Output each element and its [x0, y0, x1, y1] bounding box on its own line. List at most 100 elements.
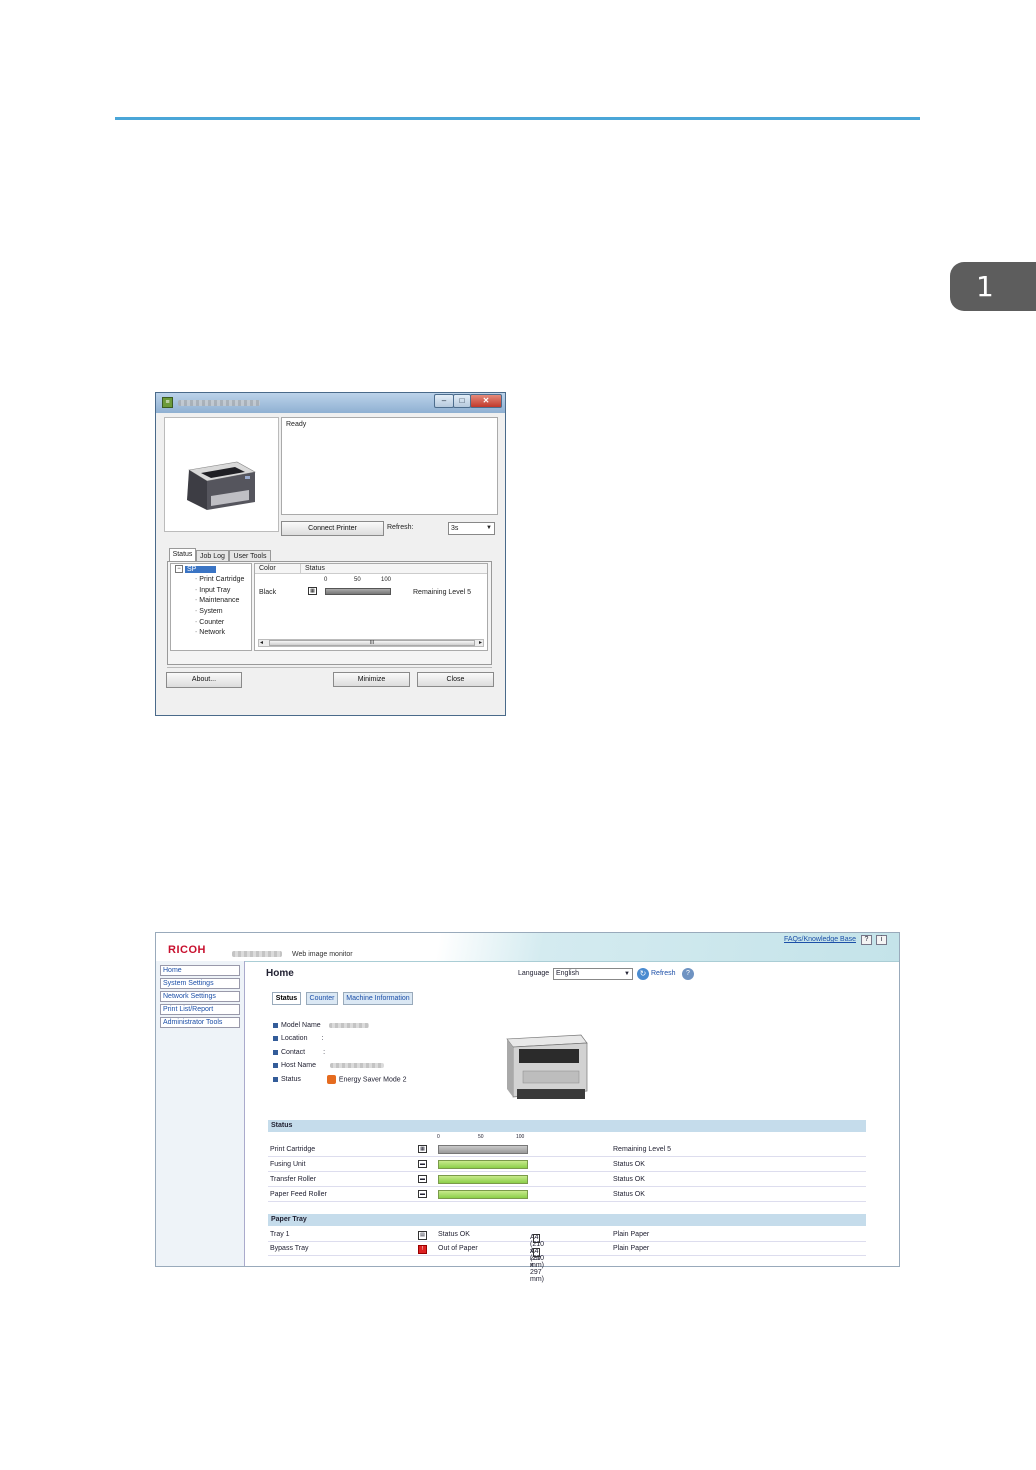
tree-item-print-cartridge[interactable]: Print Cartridge — [195, 576, 244, 583]
info-label: Status — [281, 1076, 301, 1084]
collapse-icon[interactable]: − — [175, 565, 183, 573]
toner-level-gauge — [325, 588, 391, 595]
refresh-link[interactable]: Refresh — [651, 970, 676, 977]
status-monitor-window: ≡ – □ ✕ Ready Connect Printer Refresh: 3… — [155, 392, 506, 716]
grid-header-status: Status — [305, 565, 325, 572]
refresh-label: Refresh: — [387, 524, 414, 531]
scale-label-100: 100 — [516, 1134, 525, 1140]
wim-title: Web image monitor — [292, 951, 353, 958]
tab-status[interactable]: Status — [272, 992, 301, 1005]
horizontal-scrollbar[interactable]: ◂ III ▸ — [258, 639, 484, 647]
bullet-icon — [273, 1077, 278, 1082]
maximize-window-button[interactable]: □ — [453, 394, 471, 408]
nav-home[interactable]: Home — [160, 965, 240, 976]
level-bar — [438, 1175, 528, 1184]
model-name-redacted — [232, 951, 282, 957]
ricoh-logo: RICOH — [168, 944, 206, 956]
grid-header-divider — [300, 564, 301, 573]
tree-item-maintenance[interactable]: Maintenance — [195, 597, 239, 604]
row-label: Paper Feed Roller — [270, 1191, 327, 1198]
dropdown-arrow-icon: ▼ — [624, 971, 630, 977]
wim-sidebar: Home System Settings Network Settings Pr… — [156, 961, 245, 1266]
status-row: Transfer Roller ▬ Status OK — [268, 1172, 866, 1187]
window-titlebar[interactable]: ≡ – □ ✕ — [156, 393, 505, 413]
chapter-tab[interactable]: 1 — [950, 262, 1036, 311]
row-label: Transfer Roller — [270, 1176, 317, 1183]
info-status: Status Energy Saver Mode 2 — [273, 1075, 407, 1084]
app-icon: ≡ — [162, 397, 173, 408]
info-model-name: Model Name — [273, 1022, 369, 1029]
refresh-interval-select[interactable]: 3s ▼ — [448, 522, 495, 535]
tray-paper-type: Plain Paper — [613, 1231, 650, 1238]
printer-photo — [506, 1034, 588, 1099]
window-title-redacted — [178, 400, 260, 406]
tray-state: Out of Paper — [438, 1245, 478, 1252]
info-value: : — [323, 1049, 326, 1056]
tree-item-input-tray[interactable]: Input Tray — [195, 587, 230, 594]
tray-empty-icon: ! — [418, 1245, 427, 1254]
info-icon[interactable]: i — [876, 935, 887, 945]
tab-status[interactable]: Status — [169, 548, 196, 562]
connect-printer-button[interactable]: Connect Printer — [281, 521, 384, 536]
faq-link[interactable]: FAQs/Knowledge Base — [784, 936, 856, 943]
tree-item-counter[interactable]: Counter — [195, 619, 224, 626]
row-state: Remaining Level 5 — [613, 1146, 671, 1153]
page-help-icon[interactable]: ? — [682, 968, 694, 980]
status-row: Print Cartridge ▦ Remaining Level 5 — [268, 1142, 866, 1157]
scrollbar-thumb[interactable]: III — [269, 640, 475, 646]
row-state: Status OK — [613, 1161, 645, 1168]
tray-row: Tray 1 ▤ Status OK A4 (210 x 297 mm) Pla… — [268, 1228, 866, 1269]
nav-network-settings[interactable]: Network Settings — [160, 991, 240, 1002]
tray-label: Tray 1 — [270, 1231, 290, 1238]
scroll-left-icon[interactable]: ◂ — [260, 639, 263, 646]
bullet-icon — [273, 1049, 278, 1055]
grid-header: Color Status — [255, 564, 487, 574]
close-button[interactable]: Close — [417, 672, 494, 687]
info-label: Location — [281, 1035, 308, 1042]
help-icon[interactable]: ? — [861, 935, 872, 945]
tab-counter[interactable]: Counter — [306, 992, 338, 1005]
status-tree: −SP Print Cartridge Input Tray Maintenan… — [170, 563, 252, 651]
language-value: English — [556, 970, 579, 977]
minimize-button[interactable]: Minimize — [333, 672, 410, 687]
nav-print-list-report[interactable]: Print List/Report — [160, 1004, 240, 1015]
unit-icon: ▬ — [418, 1190, 427, 1198]
scale-label-0: 0 — [437, 1134, 440, 1140]
info-label: Model Name — [281, 1022, 321, 1029]
model-value-redacted — [328, 1022, 369, 1028]
about-button[interactable]: About... — [166, 672, 242, 688]
status-row: Fusing Unit ▬ Status OK — [268, 1157, 866, 1172]
divider — [167, 667, 492, 668]
row-color-label: Black — [259, 589, 277, 596]
info-label: Contact — [281, 1049, 306, 1056]
tree-item-network[interactable]: Network — [195, 629, 225, 636]
scale-label-0: 0 — [324, 577, 328, 583]
level-bar — [438, 1190, 528, 1199]
scroll-right-icon[interactable]: ▸ — [479, 639, 482, 646]
refresh-icon[interactable]: ↻ — [637, 968, 649, 980]
page-title: Home — [266, 968, 294, 979]
language-select[interactable]: English ▼ — [553, 968, 633, 980]
paper-tray-section-header: Paper Tray — [268, 1214, 866, 1226]
status-message-box: Ready — [281, 417, 498, 515]
minimize-window-button[interactable]: – — [434, 394, 454, 408]
row-state: Status OK — [613, 1176, 645, 1183]
tree-item-system[interactable]: System — [195, 608, 222, 615]
tab-machine-information[interactable]: Machine Information — [343, 992, 413, 1005]
tray-icon: ▤ — [418, 1231, 427, 1240]
nav-administrator-tools[interactable]: Administrator Tools — [160, 1017, 240, 1028]
status-message: Ready — [286, 421, 307, 428]
info-label: Host Name — [281, 1062, 317, 1069]
printer-illustration — [187, 461, 256, 510]
nav-system-settings[interactable]: System Settings — [160, 978, 240, 989]
toner-icon: ▦ — [308, 587, 317, 595]
close-window-button[interactable]: ✕ — [470, 394, 502, 408]
tray-label: Bypass Tray — [270, 1245, 309, 1252]
tree-root-label: SP — [185, 565, 217, 573]
unit-icon: ▬ — [418, 1175, 427, 1183]
info-value: Energy Saver Mode 2 — [338, 1076, 407, 1084]
host-value-redacted — [329, 1062, 384, 1068]
bullet-icon — [273, 1035, 278, 1041]
tree-root[interactable]: − SP — [175, 565, 217, 573]
scale-label-50: 50 — [354, 577, 361, 583]
